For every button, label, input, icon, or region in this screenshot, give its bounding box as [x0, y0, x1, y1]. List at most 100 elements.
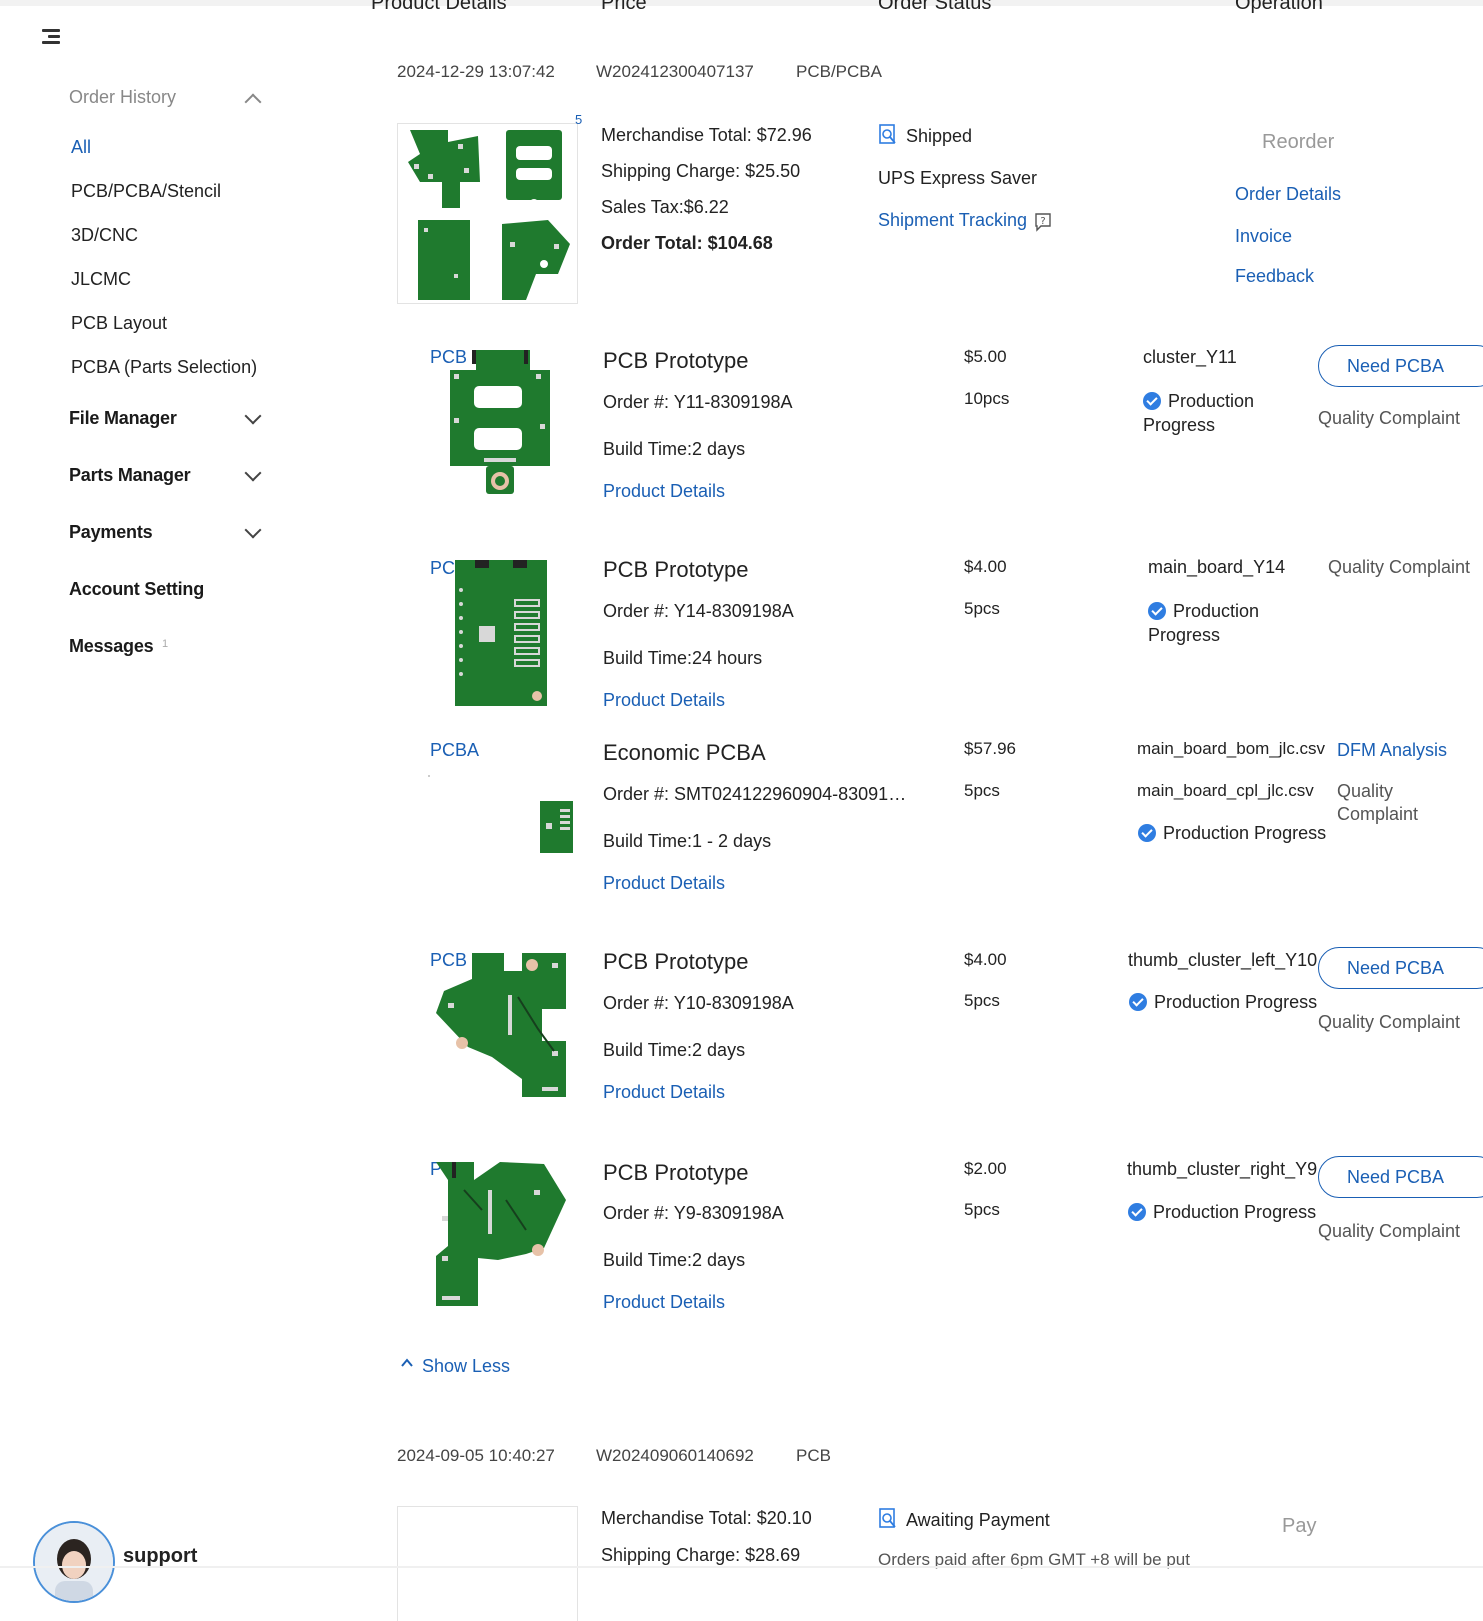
reorder-button[interactable]: Reorder: [1262, 131, 1334, 154]
chevron-down-icon[interactable]: [244, 464, 262, 482]
sidebar-item-jlcmc[interactable]: JLCMC: [71, 269, 131, 290]
item-build-time: Build Time:2 days: [603, 1250, 746, 1270]
item-title: PCB Prototype: [603, 1160, 749, 1185]
sidebar-item-pcba-parts[interactable]: PCBA (Parts Selection): [71, 357, 257, 378]
item-file-name: thumb_cluster_right_Y9: [1127, 1159, 1318, 1179]
show-less-link[interactable]: Show Less: [422, 1356, 510, 1377]
header-product-details: Product Details: [371, 0, 507, 14]
need-pcba-button[interactable]: Need PCBA: [1318, 1156, 1483, 1198]
check-circle-icon: [1129, 993, 1147, 1011]
order-number: W202412300407137: [596, 62, 754, 81]
support-label[interactable]: support: [123, 1545, 197, 1568]
order-thumbnail[interactable]: [397, 1506, 578, 1621]
item-product-details-link[interactable]: Product Details: [603, 873, 725, 894]
sidebar-item-3d-cnc[interactable]: 3D/CNC: [71, 225, 138, 246]
pcb-board-image[interactable]: [434, 951, 568, 1099]
item-quantity: 5pcs: [964, 991, 1000, 1010]
item-price: $57.96: [964, 739, 1016, 758]
production-progress-status[interactable]: Production Progress: [1143, 389, 1273, 437]
menu-collapse-icon[interactable]: [42, 28, 62, 46]
item-file-name: cluster_Y11: [1143, 347, 1237, 367]
item-build-time: Build Time:2 days: [603, 1040, 746, 1060]
item-price: $4.00: [964, 950, 1007, 969]
production-progress-status[interactable]: Production Progress: [1148, 599, 1278, 647]
pay-button[interactable]: Pay: [1282, 1515, 1316, 1538]
item-cpl-file: main_board_cpl_jlc.csv: [1137, 781, 1314, 800]
support-avatar[interactable]: [33, 1521, 115, 1603]
item-product-details-link[interactable]: Product Details: [603, 690, 725, 711]
shipping-carrier: UPS Express Saver: [878, 168, 1038, 188]
sidebar-item-pcb-layout[interactable]: PCB Layout: [71, 313, 167, 334]
item-product-details-link[interactable]: Product Details: [603, 1292, 725, 1313]
order-type: PCB: [796, 1446, 831, 1465]
item-quantity: 10pcs: [964, 389, 1010, 408]
order-type: PCB/PCBA: [796, 62, 882, 81]
pcb-board-image[interactable]: [446, 348, 554, 496]
quality-complaint-link[interactable]: Quality Complaint: [1318, 408, 1460, 429]
item-file-name: main_board_Y14: [1148, 557, 1286, 577]
item-title: PCB Prototype: [603, 348, 749, 373]
bottom-divider: [0, 1566, 1483, 1568]
chevron-up-icon[interactable]: [244, 93, 262, 111]
production-progress-status[interactable]: Production Progress: [1138, 823, 1326, 844]
order-total: Order Total: $104.68: [601, 233, 773, 253]
quality-complaint-link-line2[interactable]: Complaint: [1337, 804, 1418, 825]
order-number: W202409060140692: [596, 1446, 754, 1465]
need-pcba-button[interactable]: Need PCBA: [1318, 947, 1483, 989]
item-bom-file: main_board_bom_jlc.csv: [1137, 739, 1326, 758]
item-product-details-link[interactable]: Product Details: [603, 481, 725, 502]
need-pcba-button[interactable]: Need PCBA: [1318, 345, 1483, 387]
item-price: $2.00: [964, 1159, 1007, 1178]
order-details-link[interactable]: Order Details: [1235, 184, 1341, 205]
production-progress-status[interactable]: Production Progress: [1128, 1202, 1316, 1223]
chevron-down-icon[interactable]: [244, 407, 262, 425]
item-order-number: Order #: Y14-8309198A: [603, 601, 794, 621]
item-order-number: Order #: Y11-8309198A: [603, 392, 793, 412]
item-order-number: Order #: Y9-8309198A: [603, 1203, 784, 1223]
production-progress-status[interactable]: Production Progress: [1129, 992, 1317, 1013]
shipping-charge: Shipping Charge: $28.69: [601, 1545, 801, 1565]
check-circle-icon: [1128, 1203, 1146, 1221]
image-count-badge: 5: [575, 112, 583, 127]
item-order-number: Order #: Y10-8309198A: [603, 993, 794, 1013]
check-circle-icon: [1143, 392, 1161, 410]
invoice-link[interactable]: Invoice: [1235, 226, 1292, 247]
chevron-down-icon[interactable]: [244, 521, 262, 539]
order-status-text: Awaiting Payment: [906, 1510, 1050, 1530]
sidebar-messages[interactable]: Messages: [69, 636, 154, 657]
sidebar-file-manager[interactable]: File Manager: [69, 408, 177, 429]
pcb-board-image[interactable]: [434, 1160, 568, 1308]
feedback-link[interactable]: Feedback: [1235, 266, 1314, 287]
item-quantity: 5pcs: [964, 1200, 1000, 1219]
quality-complaint-link[interactable]: Quality Complaint: [1328, 557, 1470, 578]
order-status-text: Shipped: [906, 126, 973, 146]
pcba-board-image[interactable]: [540, 801, 573, 853]
sidebar-item-pcb-pcba-stencil[interactable]: PCB/PCBA/Stencil: [71, 181, 221, 202]
shipping-charge: Shipping Charge: $25.50: [601, 161, 801, 181]
header-operation: Operation: [1235, 0, 1323, 14]
dfm-analysis-link[interactable]: DFM Analysis: [1337, 740, 1447, 761]
item-product-details-link[interactable]: Product Details: [603, 1082, 725, 1103]
quality-complaint-link[interactable]: Quality Complaint: [1318, 1221, 1460, 1242]
item-quantity: 5pcs: [964, 599, 1000, 618]
item-title: Economic PCBA: [603, 740, 766, 765]
quality-complaint-link[interactable]: Quality Complaint: [1318, 1012, 1460, 1033]
merchandise-total: Merchandise Total: $72.96: [601, 125, 812, 145]
sidebar-item-all[interactable]: All: [71, 137, 91, 158]
item-build-time: Build Time:1 - 2 days: [603, 831, 772, 851]
shipment-tracking-link[interactable]: Shipment Tracking: [878, 210, 1027, 231]
sidebar-payments[interactable]: Payments: [69, 522, 153, 543]
quality-complaint-link[interactable]: Quality: [1337, 781, 1393, 802]
chevron-up-icon[interactable]: [400, 1356, 414, 1370]
item-title: PCB Prototype: [603, 949, 749, 974]
order-history-toggle[interactable]: Order History: [69, 87, 176, 108]
messages-count-badge: 1: [162, 638, 169, 650]
order-thumbnail-grid[interactable]: [397, 123, 578, 304]
sidebar-parts-manager[interactable]: Parts Manager: [69, 465, 191, 486]
payment-status-icon: [878, 1508, 898, 1530]
pcb-board-image[interactable]: [455, 560, 547, 706]
item-build-time: Build Time:2 days: [603, 439, 746, 459]
sidebar-account-setting[interactable]: Account Setting: [69, 579, 204, 600]
item-type-tag: PCBA: [430, 740, 480, 760]
tracking-help-icon[interactable]: ?: [1034, 212, 1052, 232]
